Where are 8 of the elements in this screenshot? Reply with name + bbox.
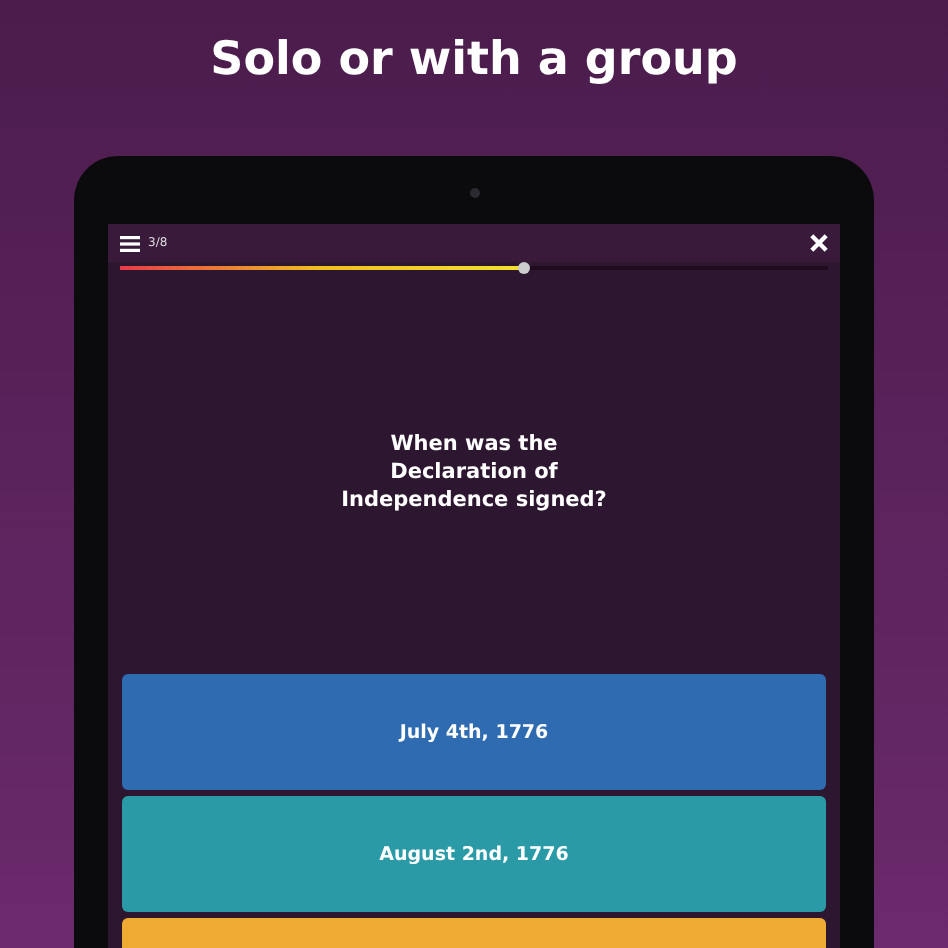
camera-icon <box>469 188 479 198</box>
headline: Solo or with a group <box>210 32 738 90</box>
question-text: When was the Declaration of Independence signed? <box>339 430 609 514</box>
progress-handle <box>517 262 530 274</box>
menu-icon[interactable] <box>120 235 140 251</box>
answer-button[interactable]: July 4th, 1776 <box>122 674 826 790</box>
close-icon[interactable] <box>810 234 828 252</box>
answer-button[interactable]: August 2nd, 1776 <box>122 796 826 912</box>
